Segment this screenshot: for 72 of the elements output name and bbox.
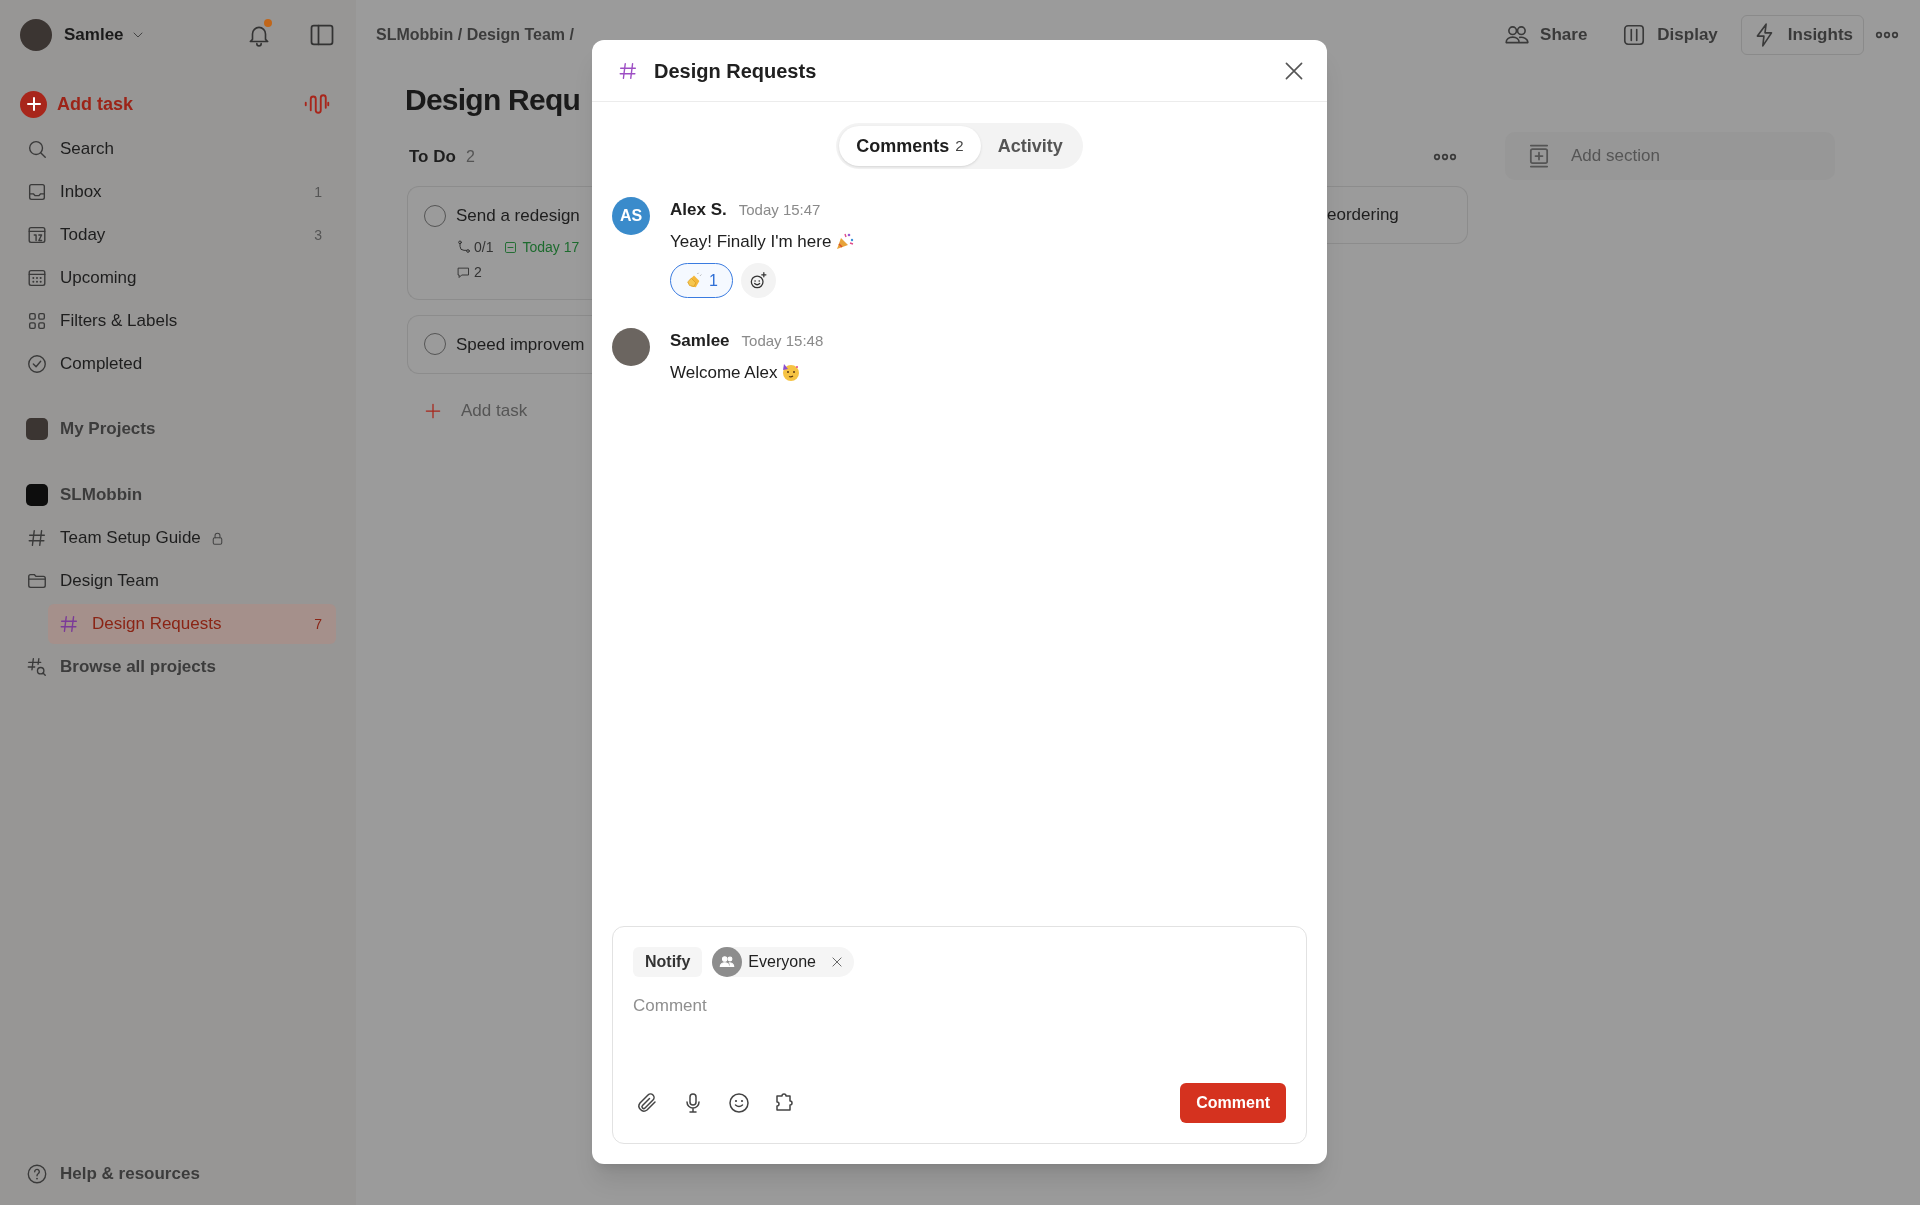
browse-icon (26, 656, 48, 678)
more-icon (1432, 153, 1458, 161)
party-popper-icon (835, 231, 856, 252)
project-avatar (26, 418, 48, 440)
subtask-count: 0/1 (474, 237, 494, 257)
workspace-link[interactable]: SLMobbin (20, 475, 336, 515)
recipient-chip[interactable]: Everyone (712, 947, 854, 977)
insights-button[interactable]: Insights (1740, 15, 1864, 55)
tab[interactable]: Activity (980, 126, 1080, 166)
project-item[interactable]: Team Setup Guide (20, 518, 336, 558)
user-name[interactable]: Samlee (64, 22, 124, 48)
page-title: Design Requ (404, 82, 582, 118)
smiley-icon (727, 1091, 751, 1115)
comment-time: Today 15:47 (738, 200, 821, 220)
task-title: Speed improvem (456, 333, 585, 356)
task-title: Send a redesign (456, 205, 580, 227)
nav-item[interactable]: Today 3 (20, 215, 336, 255)
comment-text: Welcome Alex (670, 361, 778, 384)
comment-text: Yeay! Finally I'm here (670, 230, 832, 253)
task-title: eordering (1327, 204, 1399, 227)
close-icon (829, 955, 844, 969)
more-icon (1874, 31, 1900, 39)
comment-author: Samlee (670, 330, 730, 352)
nav-item[interactable]: Filters & Labels (20, 301, 336, 341)
search-icon (26, 138, 48, 160)
column-count: 2 (465, 147, 475, 167)
browse-projects-link[interactable]: Browse all projects (20, 647, 336, 687)
help-icon (26, 1163, 48, 1185)
comment-icon (456, 264, 471, 280)
reaction-button[interactable]: 1 (670, 263, 733, 298)
comment-author: Alex S. (670, 199, 727, 221)
my-projects-link[interactable]: My Projects (20, 409, 336, 449)
breadcrumb[interactable]: SLMobbin / Design Team / (376, 23, 574, 47)
user-avatar[interactable] (20, 19, 52, 51)
calendar-grid-icon (26, 267, 48, 289)
inbox-icon (26, 181, 48, 203)
plus-icon (20, 90, 47, 118)
item-count: 3 (314, 225, 322, 245)
subtask-icon (456, 239, 472, 255)
comment-field[interactable]: Comment (633, 993, 1286, 1043)
comment-submit-button[interactable]: Comment (1180, 1083, 1286, 1123)
folder-item[interactable]: Design Team (20, 561, 336, 601)
hash-icon (58, 613, 80, 635)
share-button[interactable]: Share (1493, 15, 1599, 55)
nav-item[interactable]: Search (20, 129, 336, 169)
nav-item[interactable]: Inbox 1 (20, 172, 336, 212)
help-link[interactable]: Help & resources (20, 1154, 336, 1194)
comment-count: 2 (474, 262, 482, 282)
notify-label: Notify (633, 947, 703, 977)
workspace-logo (26, 484, 48, 506)
dialog-title: Design Requests (654, 58, 817, 84)
comment-time: Today 15:48 (741, 331, 824, 351)
add-reaction-button[interactable] (740, 263, 776, 298)
display-button[interactable]: Display (1610, 15, 1729, 55)
item-count: 7 (314, 614, 322, 634)
calendar-icon (503, 239, 519, 255)
grid-icon (26, 310, 48, 332)
item-count: 1 (314, 182, 322, 202)
project-item[interactable]: Design Requests 7 (48, 604, 336, 644)
paperclip-icon (635, 1091, 659, 1115)
due-date: Today 17 (522, 237, 580, 257)
nav-item[interactable]: Upcoming (20, 258, 336, 298)
hash-icon (26, 527, 48, 549)
column-title: To Do (409, 146, 456, 169)
user-avatar (612, 328, 650, 366)
check-circle-icon (26, 353, 48, 375)
partying-face-icon (781, 362, 802, 383)
user-avatar: AS (612, 197, 650, 235)
smiley-plus-icon (748, 270, 769, 291)
calendar-icon (26, 224, 48, 246)
tab[interactable]: Comments 2 (839, 126, 981, 166)
nav-item[interactable]: Completed (20, 344, 336, 384)
